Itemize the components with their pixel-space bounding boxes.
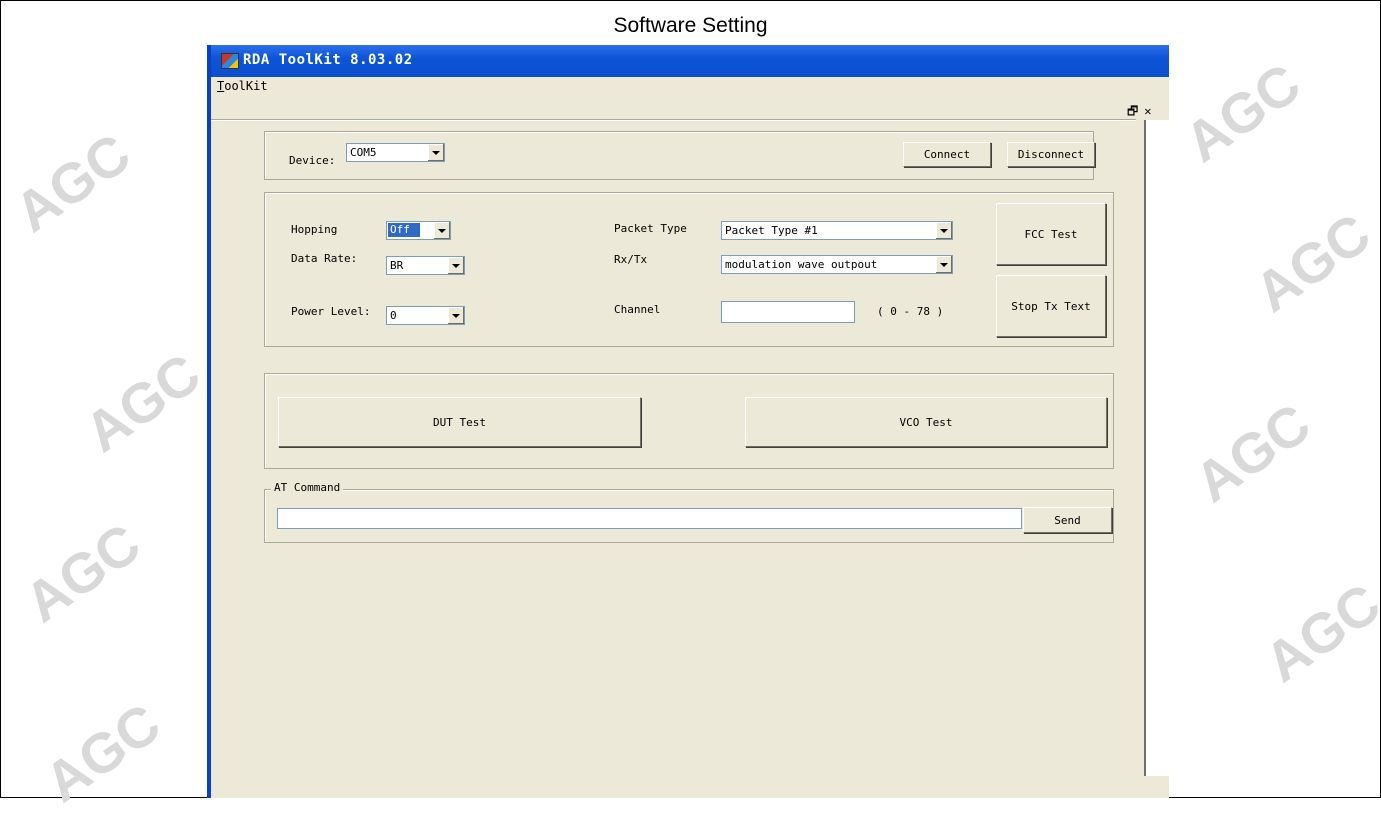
hopping-label: Hopping	[291, 223, 338, 236]
device-value: COM5	[350, 146, 377, 159]
chevron-down-icon[interactable]	[935, 256, 952, 273]
send-button[interactable]: Send	[1023, 507, 1112, 533]
packet-type-value: Packet Type #1	[725, 224, 818, 237]
fcc-test-button[interactable]: FCC Test	[996, 203, 1106, 265]
chevron-down-icon[interactable]	[447, 307, 464, 324]
data-rate-select[interactable]: BR	[386, 256, 465, 275]
packet-type-select[interactable]: Packet Type #1	[721, 221, 953, 240]
power-level-label: Power Level:	[291, 305, 371, 318]
close-icon[interactable]: ✕	[1144, 104, 1151, 118]
connect-button[interactable]: Connect	[903, 142, 991, 167]
window-titlebar[interactable]: RDA ToolKit 8.03.02	[207, 45, 1169, 77]
menubar: ToolKit	[207, 77, 1169, 97]
hopping-value: Off	[388, 223, 420, 237]
app-window: RDA ToolKit 8.03.02 ToolKit 🗗 ✕ Device: C…	[207, 45, 1175, 798]
at-command-input[interactable]	[277, 508, 1022, 529]
channel-label: Channel	[614, 303, 661, 316]
rxtx-value: modulation wave outpout	[725, 258, 878, 271]
page-caption: Software Setting	[613, 14, 768, 37]
power-level-select[interactable]: 0	[386, 306, 465, 325]
dut-test-button[interactable]: DUT Test	[278, 397, 641, 447]
channel-range: ( 0 - 78 )	[877, 305, 944, 318]
device-label: Device:	[289, 154, 336, 167]
test-group: DUT Test VCO Test	[264, 373, 1114, 469]
channel-input[interactable]	[721, 301, 855, 323]
right-pane	[1144, 120, 1175, 776]
device-group: Device: COM5 Connect Disconnect	[264, 131, 1095, 180]
disconnect-button[interactable]: Disconnect	[1007, 142, 1095, 167]
stop-tx-button[interactable]: Stop Tx Text	[996, 275, 1106, 337]
rxtx-select[interactable]: modulation wave outpout	[721, 255, 953, 274]
at-command-legend: AT Command	[271, 481, 344, 494]
power-level-value: 0	[390, 309, 397, 322]
settings-group: Hopping Off Data Rate: BR Power Level: 0…	[264, 192, 1114, 347]
packet-type-label: Packet Type	[614, 222, 687, 235]
data-rate-label: Data Rate:	[291, 252, 358, 265]
divider	[211, 119, 1136, 121]
vco-test-button[interactable]: VCO Test	[745, 397, 1107, 447]
app-icon	[221, 53, 239, 69]
chevron-down-icon[interactable]	[433, 222, 450, 239]
menu-toolkit[interactable]: ToolKit	[217, 79, 268, 93]
rxtx-label: Rx/Tx	[614, 253, 648, 266]
hopping-select[interactable]: Off	[386, 221, 451, 240]
client-area: 🗗 ✕ Device: COM5 Connect Disconnect Hoppi…	[207, 97, 1175, 798]
chevron-down-icon[interactable]	[447, 257, 464, 274]
at-command-group: AT Command Send	[264, 481, 1114, 543]
device-select[interactable]: COM5	[346, 143, 445, 162]
chevron-down-icon[interactable]	[427, 144, 444, 161]
chevron-down-icon[interactable]	[935, 222, 952, 239]
window-title: RDA ToolKit 8.03.02	[243, 52, 413, 68]
restore-icon[interactable]: 🗗	[1127, 104, 1138, 118]
data-rate-value: BR	[390, 259, 404, 272]
